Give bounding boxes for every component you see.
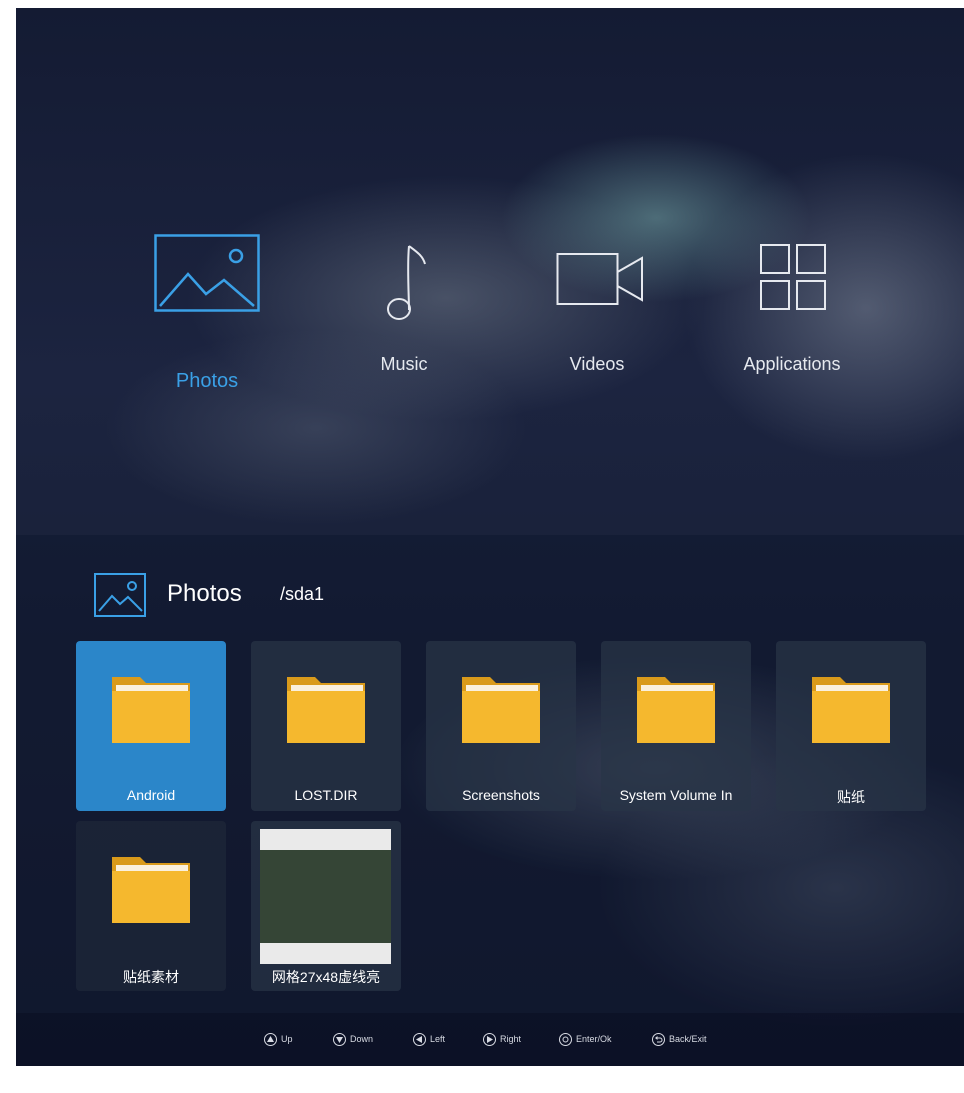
tile-label: System Volume In bbox=[619, 787, 733, 803]
folder-tile[interactable]: System Volume In bbox=[601, 641, 751, 811]
folder-icon bbox=[462, 677, 540, 743]
hint-label: Up bbox=[281, 1034, 293, 1044]
image-thumbnail bbox=[260, 829, 391, 964]
folder-icon bbox=[112, 677, 190, 743]
folder-tile[interactable]: 贴纸素材 bbox=[76, 821, 226, 991]
category-label: Photos bbox=[175, 370, 239, 392]
section-title: Photos bbox=[167, 580, 242, 607]
key-hints-bar: Up Down Left Right Enter/Ok Back/Exit bbox=[16, 1013, 964, 1066]
category-label: Videos bbox=[569, 354, 625, 374]
right-arrow-icon bbox=[483, 1033, 496, 1046]
up-arrow-icon bbox=[264, 1033, 277, 1046]
tile-label: 贴纸素材 bbox=[123, 969, 179, 985]
photo-icon bbox=[154, 234, 260, 312]
music-note-icon bbox=[387, 245, 426, 320]
folder-icon bbox=[287, 677, 365, 743]
thumbnail-content bbox=[260, 850, 391, 943]
hint-label: Back/Exit bbox=[669, 1034, 707, 1044]
folder-icon bbox=[637, 677, 715, 743]
category-label: Applications bbox=[743, 354, 841, 374]
folder-tile[interactable]: Android bbox=[76, 641, 226, 811]
category-label: Music bbox=[380, 354, 428, 374]
apps-grid-icon bbox=[760, 244, 826, 310]
hint-label: Enter/Ok bbox=[576, 1034, 612, 1044]
folder-icon bbox=[812, 677, 890, 743]
media-player-screen: Photos Music Videos Applications Photos … bbox=[16, 8, 964, 1066]
video-camera-icon bbox=[556, 253, 643, 305]
category-applications[interactable]: Applications bbox=[724, 234, 860, 384]
ok-icon bbox=[559, 1033, 572, 1046]
down-arrow-icon bbox=[333, 1033, 346, 1046]
photo-icon bbox=[94, 573, 146, 617]
hint-label: Down bbox=[350, 1034, 374, 1044]
folder-icon bbox=[112, 857, 190, 923]
left-arrow-icon bbox=[413, 1033, 426, 1046]
hint-label: Right bbox=[500, 1034, 522, 1044]
folder-tile[interactable]: Screenshots bbox=[426, 641, 576, 811]
category-music[interactable]: Music bbox=[354, 234, 454, 384]
tile-label: 网格27x48虚线亮 bbox=[271, 969, 381, 985]
category-videos[interactable]: Videos bbox=[536, 234, 658, 384]
folder-tile[interactable]: 贴纸 bbox=[776, 641, 926, 811]
back-icon bbox=[652, 1033, 665, 1046]
hint-label: Left bbox=[430, 1034, 446, 1044]
current-path: /sda1 bbox=[280, 584, 325, 604]
category-photos[interactable]: Photos bbox=[154, 234, 260, 404]
tile-label: Android bbox=[126, 787, 176, 803]
tile-label: Screenshots bbox=[462, 787, 540, 803]
tile-label: 贴纸 bbox=[837, 789, 865, 805]
image-tile[interactable]: 网格27x48虚线亮 bbox=[251, 821, 401, 991]
folder-tile[interactable]: LOST.DIR bbox=[251, 641, 401, 811]
tile-label: LOST.DIR bbox=[294, 787, 358, 803]
